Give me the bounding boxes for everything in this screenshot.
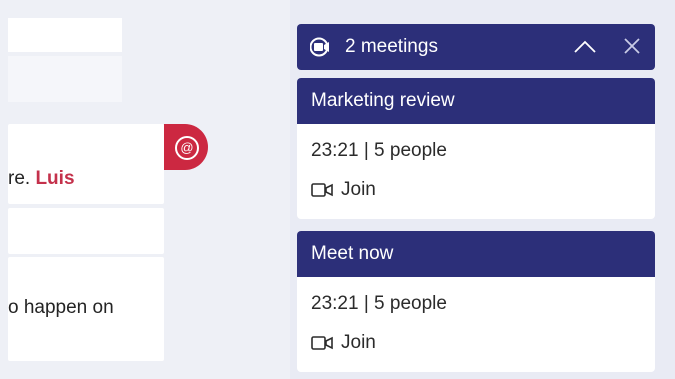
chat-message-placeholder	[8, 56, 122, 102]
chat-pane: re. Luis o happen on @	[0, 0, 290, 379]
meetings-count-title: 2 meetings	[345, 36, 438, 57]
join-button[interactable]: Join	[311, 178, 376, 202]
mention-name[interactable]: Luis	[35, 168, 74, 189]
meeting-info: 23:21 | 5 people	[311, 140, 447, 161]
chevron-up-icon[interactable]	[573, 37, 597, 57]
at-icon: @	[175, 136, 199, 160]
chat-message-placeholder	[8, 18, 122, 52]
join-button[interactable]: Join	[311, 331, 376, 355]
join-label: Join	[341, 332, 376, 353]
meetings-header[interactable]: 2 meetings	[297, 24, 655, 70]
mention-badge[interactable]: @	[164, 124, 208, 170]
meeting-title[interactable]: Marketing review	[297, 78, 655, 124]
meeting-info: 23:21 | 5 people	[311, 293, 447, 314]
close-icon[interactable]	[622, 36, 642, 56]
video-camera-icon	[311, 336, 333, 350]
chat-message-text: re. Luis	[8, 168, 75, 190]
join-label: Join	[341, 179, 376, 200]
video-camera-icon	[310, 37, 329, 57]
chat-message[interactable]: o happen on	[8, 257, 164, 361]
message-text: re.	[8, 168, 36, 189]
meeting-card[interactable]: Meet now 23:21 | 5 people Join	[297, 231, 655, 372]
meeting-card[interactable]: Marketing review 23:21 | 5 people Join	[297, 78, 655, 219]
chat-message-text: o happen on	[8, 297, 114, 318]
chat-message[interactable]: re. Luis	[8, 124, 164, 204]
video-camera-icon	[311, 183, 333, 197]
meeting-title[interactable]: Meet now	[297, 231, 655, 277]
chat-message[interactable]	[8, 208, 164, 254]
